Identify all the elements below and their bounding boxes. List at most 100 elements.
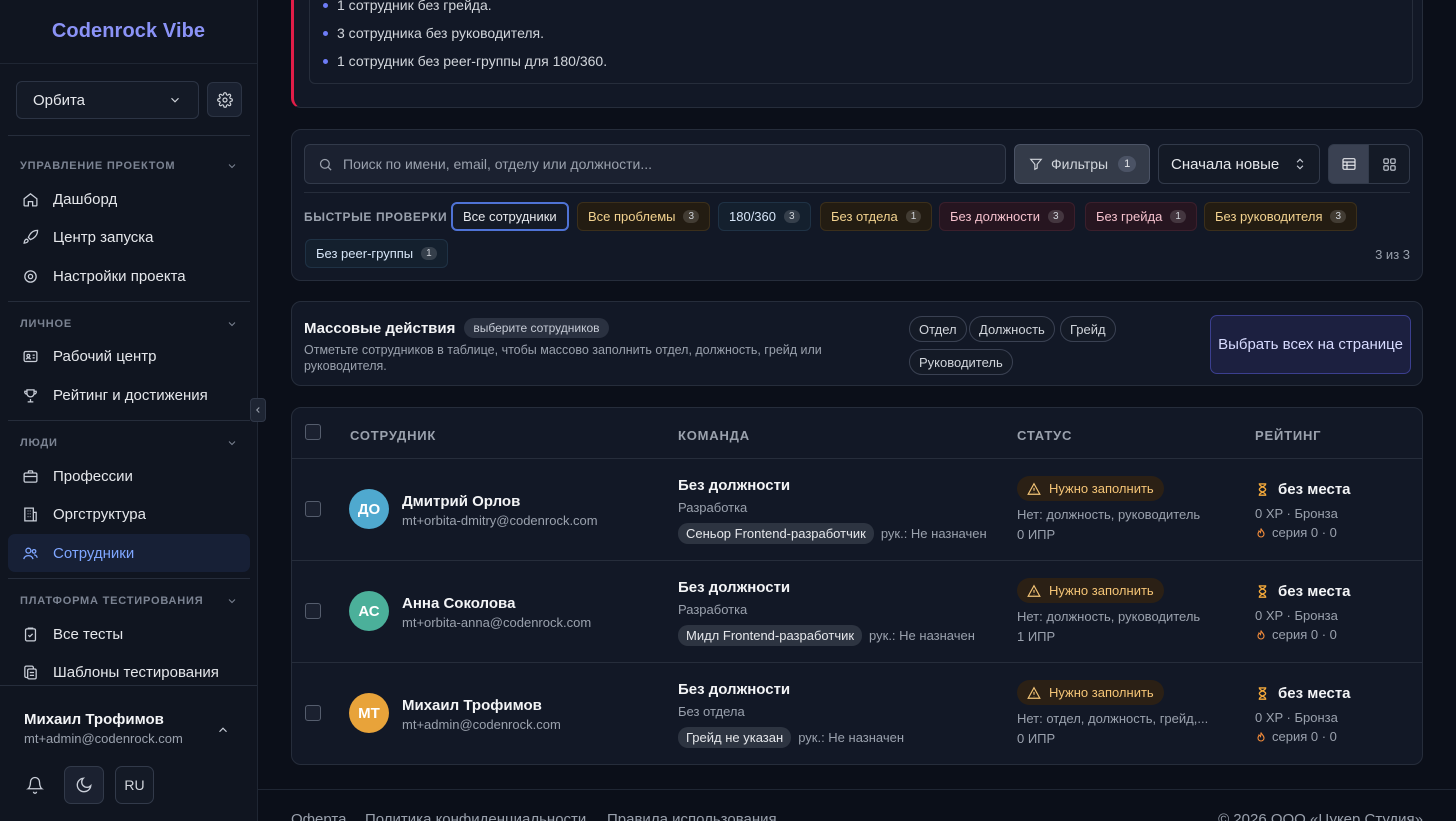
table-view-toggle[interactable] [1328, 144, 1369, 184]
chevron-left-icon [253, 405, 263, 415]
logo[interactable]: Codenrock Vibe [0, 0, 257, 64]
employee-name[interactable]: Дмитрий Орлов [402, 493, 520, 510]
status-badge: Нужно заполнить [1017, 578, 1164, 603]
bulk-field-position[interactable]: Должность [969, 316, 1055, 342]
footer: Оферта Политика конфиденциальности Прави… [258, 789, 1456, 821]
row-checkbox[interactable] [305, 705, 321, 721]
sidebar-item-professions[interactable]: Профессии [8, 457, 250, 495]
footer-link-offer[interactable]: Оферта [291, 811, 346, 821]
chip-no-manager[interactable]: Без руководителя 3 [1204, 202, 1358, 231]
rating-place: без места [1255, 685, 1351, 702]
project-select[interactable]: Орбита [16, 81, 199, 119]
chip-no-peer-group[interactable]: Без peer-группы 1 [305, 239, 448, 268]
sidebar-item-all-tests[interactable]: Все тесты [8, 615, 250, 653]
sidebar-item-workspace[interactable]: Рабочий центр [8, 337, 250, 375]
column-header-status[interactable]: СТАТУС [1017, 428, 1072, 443]
status-missing: Нет: должность, руководитель [1017, 507, 1201, 522]
column-header-team[interactable]: КОМАНДА [678, 428, 750, 443]
status-label: Нужно заполнить [1049, 685, 1154, 700]
select-all-checkbox[interactable] [305, 424, 321, 440]
sidebar-collapse-button[interactable] [250, 398, 266, 422]
bullet-icon [323, 2, 328, 8]
grid-icon [1382, 157, 1397, 172]
section-title: ЛЮДИ [20, 437, 58, 449]
select-all-on-page-button[interactable]: Выбрать всех на странице [1210, 315, 1411, 374]
footer-link-privacy[interactable]: Политика конфиденциальности [365, 811, 586, 821]
id-card-icon [22, 348, 39, 365]
sidebar-item-label: Оргструктура [53, 505, 146, 523]
issue-text: 1 сотрудник без peer-группы для 180/360. [337, 53, 608, 69]
gear-icon [216, 91, 233, 108]
team-position: Без должности [678, 477, 791, 494]
table-row[interactable]: АС Анна Соколова mt+orbita-anna@codenroc… [292, 561, 1422, 663]
logo-text: Codenrock Vibe [51, 20, 206, 42]
rating-xp: 0 XP · Бронза [1255, 710, 1338, 725]
status-missing: Нет: должность, руководитель [1017, 609, 1201, 624]
chevron-down-icon [226, 595, 238, 607]
language-button[interactable]: RU [115, 766, 154, 804]
warning-icon [1027, 584, 1041, 598]
chip-all-problems[interactable]: Все проблемы 3 [577, 202, 711, 231]
chevron-up-icon [216, 723, 230, 737]
chip-label: 180/360 [729, 209, 776, 224]
section-personal[interactable]: ЛИЧНОЕ [20, 318, 238, 330]
avatar: АС [349, 591, 389, 631]
chip-label: Без грейда [1096, 209, 1163, 224]
search-icon [318, 157, 333, 172]
flame-icon [1255, 527, 1267, 539]
bulk-field-department[interactable]: Отдел [909, 316, 967, 342]
notifications-button[interactable] [16, 766, 54, 804]
sidebar-item-employees[interactable]: Сотрудники [8, 534, 250, 572]
team-tags: Грейд не указан рук.: Не назначен [678, 727, 904, 748]
row-checkbox[interactable] [305, 603, 321, 619]
status-ipr: 1 ИПР [1017, 629, 1056, 644]
sidebar-item-rating[interactable]: Рейтинг и достижения [8, 376, 250, 414]
theme-toggle-button[interactable] [64, 766, 104, 804]
row-checkbox[interactable] [305, 501, 321, 517]
project-settings-button[interactable] [207, 82, 242, 117]
employee-name[interactable]: Михаил Трофимов [402, 697, 542, 714]
bulk-actions-description: Отметьте сотрудников в таблице, чтобы ма… [304, 343, 822, 373]
search-input[interactable] [343, 156, 983, 172]
column-header-employee[interactable]: СОТРУДНИК [350, 428, 436, 443]
issue-text: 3 сотрудника без руководителя. [337, 25, 545, 41]
section-testing-platform[interactable]: ПЛАТФОРМА ТЕСТИРОВАНИЯ [20, 595, 238, 607]
search-box [304, 144, 1006, 184]
grid-view-toggle[interactable] [1369, 144, 1410, 184]
sidebar-item-org-structure[interactable]: Оргструктура [8, 495, 250, 533]
footer-link-terms[interactable]: Правила использования [607, 811, 777, 821]
hourglass-icon [1255, 584, 1270, 599]
section-project-management[interactable]: УПРАВЛЕНИЕ ПРОЕКТОМ [20, 160, 238, 172]
chip-count: 3 [1047, 210, 1064, 223]
chip-no-grade[interactable]: Без грейда 1 [1085, 202, 1197, 231]
section-people[interactable]: ЛЮДИ [20, 437, 238, 449]
rating-label: без места [1278, 583, 1351, 600]
hourglass-icon [1255, 686, 1270, 701]
chip-no-position[interactable]: Без должности 3 [939, 202, 1075, 231]
home-icon [22, 191, 39, 208]
divider [8, 135, 250, 136]
result-count: 3 из 3 [1375, 247, 1410, 262]
sidebar-item-project-settings[interactable]: Настройки проекта [8, 257, 250, 295]
sidebar-item-label: Профессии [53, 467, 133, 485]
filter-icon [1029, 157, 1043, 171]
bulk-actions-header: Массовые действия выберите сотрудников [304, 318, 609, 338]
table-row[interactable]: МТ Михаил Трофимов mt+admin@codenrock.co… [292, 663, 1422, 764]
user-card[interactable]: Михаил Трофимов mt+admin@codenrock.com [24, 711, 236, 746]
chip-no-department[interactable]: Без отдела 1 [820, 202, 933, 231]
team-tags: Мидл Frontend-разработчик рук.: Не назна… [678, 625, 975, 646]
column-header-rating[interactable]: РЕЙТИНГ [1255, 428, 1321, 443]
sidebar-item-launch-center[interactable]: Центр запуска [8, 218, 250, 256]
flame-icon [1255, 731, 1267, 743]
bulk-field-grade[interactable]: Грейд [1060, 316, 1116, 342]
bulk-field-manager[interactable]: Руководитель [909, 349, 1013, 375]
sort-select[interactable]: Сначала новые [1158, 144, 1320, 184]
employee-name[interactable]: Анна Соколова [402, 595, 515, 612]
chip-180-360[interactable]: 180/360 3 [718, 202, 811, 231]
bullet-icon [323, 30, 328, 36]
sidebar-item-dashboard[interactable]: Дашборд [8, 180, 250, 218]
grade-tag: Грейд не указан [678, 727, 792, 748]
filters-button[interactable]: Фильтры 1 [1014, 144, 1150, 184]
chip-all-employees[interactable]: Все сотрудники [451, 202, 569, 231]
table-row[interactable]: ДО Дмитрий Орлов mt+orbita-dmitry@codenr… [292, 459, 1422, 561]
